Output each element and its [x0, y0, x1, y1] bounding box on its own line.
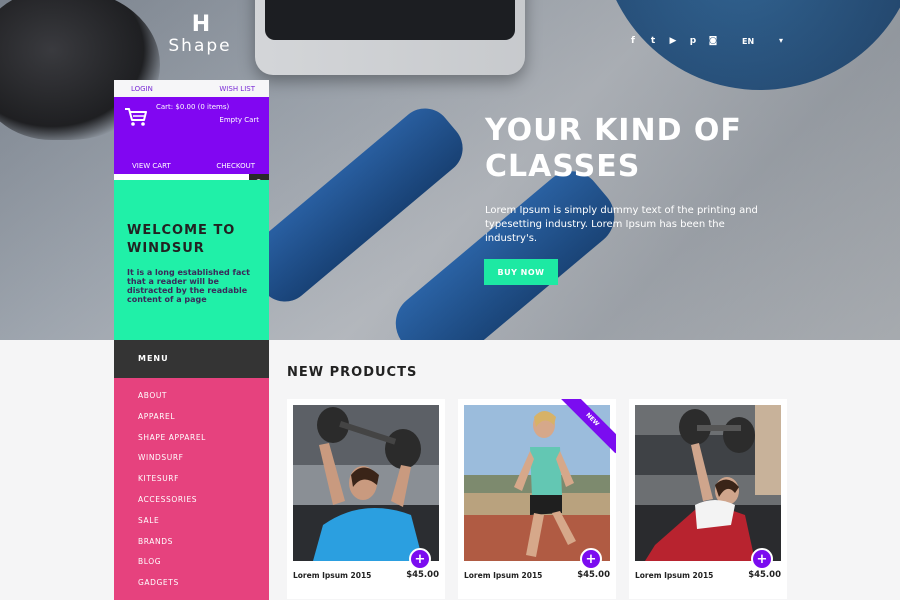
menu-item-kitesurf[interactable]: KITESURF: [114, 473, 269, 494]
checkout-link[interactable]: CHECKOUT: [216, 162, 255, 170]
cart-links: VIEW CART CHECKOUT: [114, 157, 269, 174]
menu-item-apparel[interactable]: APPAREL: [114, 411, 269, 432]
product-name[interactable]: Lorem Ipsum 2015: [635, 571, 713, 580]
youtube-icon[interactable]: ▶: [668, 36, 678, 46]
menu-item-about[interactable]: ABOUT: [114, 390, 269, 411]
logo-dumbbell-icon: H: [191, 12, 210, 37]
menu-item-sale[interactable]: SALE: [114, 515, 269, 536]
product-image[interactable]: [635, 405, 781, 561]
menu-item-blog[interactable]: BLOG: [114, 556, 269, 577]
add-to-cart-button[interactable]: +: [751, 548, 773, 570]
brand-name: Shape: [168, 36, 232, 56]
facebook-icon[interactable]: f: [628, 36, 638, 46]
menu-item-brands[interactable]: BRANDS: [114, 536, 269, 557]
product-image[interactable]: [293, 405, 439, 561]
buy-now-button[interactable]: BUY NOW: [484, 259, 558, 285]
product-price: $45.00: [577, 570, 610, 580]
cart-status: Empty Cart: [219, 116, 259, 124]
cart-summary: Cart: $0.00 (0 items): [156, 103, 230, 111]
pinterest-icon[interactable]: p: [688, 36, 698, 46]
category-menu: ABOUT APPAREL SHAPE APPAREL WINDSURF KIT…: [114, 378, 269, 600]
welcome-text: It is a long established fact that a rea…: [127, 268, 250, 304]
menu-item-shape-apparel[interactable]: SHAPE APPAREL: [114, 432, 269, 453]
social-links: f t ▶ p ◙: [628, 36, 718, 46]
product-image[interactable]: [464, 405, 610, 561]
menu-item-windsurf[interactable]: WINDSURF: [114, 452, 269, 473]
cart-icon: [124, 107, 148, 127]
product-card[interactable]: + Lorem Ipsum 2015 $45.00: [629, 399, 787, 599]
cart-box[interactable]: Cart: $0.00 (0 items) Empty Cart: [114, 97, 269, 157]
welcome-title: WELCOME TO WINDSUR: [127, 223, 236, 256]
add-to-cart-button[interactable]: +: [409, 548, 431, 570]
product-price: $45.00: [406, 570, 439, 580]
chevron-down-icon[interactable]: ▾: [779, 36, 783, 45]
menu-item-gadgets[interactable]: GADGETS: [114, 577, 269, 598]
instagram-icon[interactable]: ◙: [708, 36, 718, 46]
wishlist-link[interactable]: WISH LIST: [219, 85, 255, 93]
brand-logo[interactable]: H Shape: [155, 12, 245, 57]
product-price: $45.00: [748, 570, 781, 580]
twitter-icon[interactable]: t: [648, 36, 658, 46]
login-link[interactable]: LOGIN: [131, 85, 153, 93]
hero-text: Lorem Ipsum is simply dummy text of the …: [485, 205, 758, 244]
welcome-panel: WELCOME TO WINDSUR It is a long establis…: [114, 180, 269, 340]
product-card[interactable]: + Lorem Ipsum 2015 $45.00: [287, 399, 445, 599]
product-card[interactable]: NEW + Lorem Ipsum 2015 $45.00: [458, 399, 616, 599]
menu-item-accessories[interactable]: ACCESSORIES: [114, 494, 269, 515]
product-name[interactable]: Lorem Ipsum 2015: [293, 571, 371, 580]
section-title: NEW PRODUCTS: [287, 365, 418, 380]
language-selector[interactable]: EN: [742, 37, 754, 46]
view-cart-link[interactable]: VIEW CART: [132, 162, 171, 170]
account-links: LOGIN WISH LIST: [114, 80, 269, 97]
add-to-cart-button[interactable]: +: [580, 548, 602, 570]
product-name[interactable]: Lorem Ipsum 2015: [464, 571, 542, 580]
account-panel: LOGIN WISH LIST Cart: $0.00 (0 items) Em…: [114, 80, 269, 193]
menu-heading[interactable]: MENU: [114, 340, 269, 378]
hero-title: YOUR KIND OF CLASSES: [485, 113, 742, 184]
